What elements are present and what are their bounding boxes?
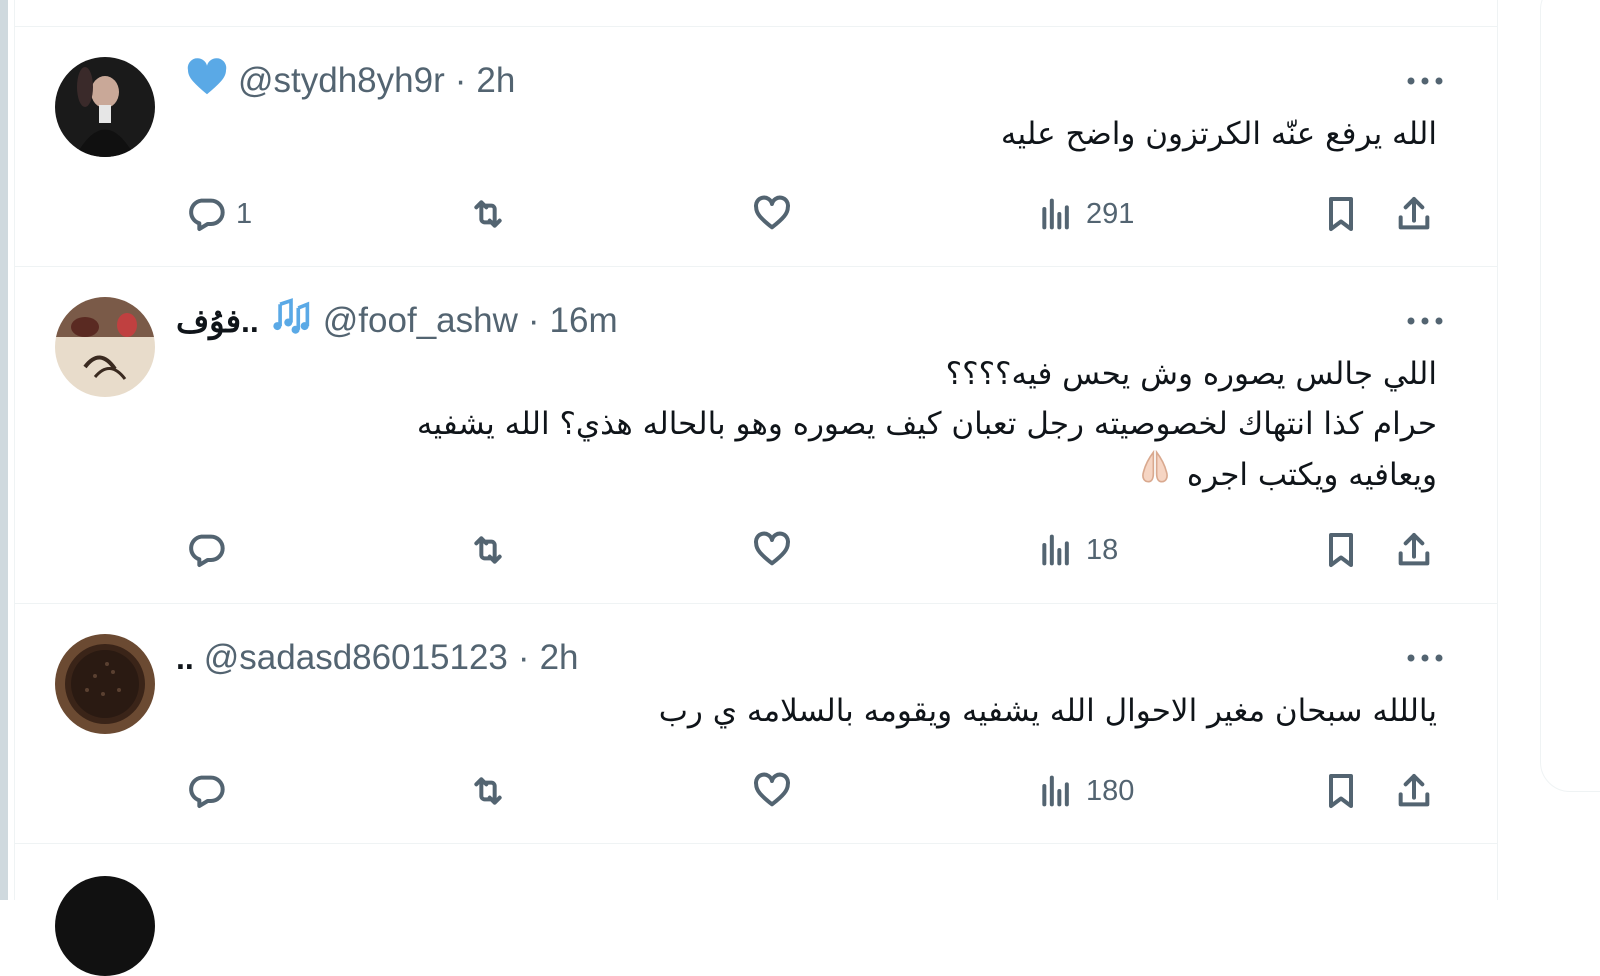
reply-button[interactable]	[186, 766, 236, 816]
heart-icon	[754, 195, 790, 230]
share-button[interactable]	[1394, 766, 1434, 816]
share-button[interactable]	[1394, 189, 1434, 239]
more-options-icon[interactable]	[1403, 299, 1447, 343]
reply-header: فوُف.. @foof_ashw · 16m	[176, 297, 618, 346]
user-handle[interactable]: @sadasd86015123	[204, 638, 508, 678]
blue-heart-icon	[186, 57, 228, 105]
user-handle[interactable]: @foof_ashw	[323, 301, 518, 341]
reply-tweet[interactable]: @stydh8yh9r · 2h الله يرفع عنّه الكرتزون…	[15, 27, 1497, 267]
bookmark-icon	[1329, 197, 1353, 231]
reply-text-line: الله يرفع عنّه الكرتزون واضح عليه	[1000, 116, 1437, 152]
reply-icon	[189, 198, 225, 231]
reply-text: الله يرفع عنّه الكرتزون واضح عليه	[176, 109, 1437, 159]
dot-separator: ·	[454, 61, 467, 100]
reply-text-line: حرام كذا انتهاك لخصوصيته رجل تعبان كيف ي…	[416, 406, 1437, 442]
reply-text: ياللله سبحان مغير الاحوال الله يشفيه ويق…	[176, 686, 1437, 736]
retweet-icon	[474, 536, 502, 564]
reply-text-line-with-emoji: ويعافيه ويكتب اجره	[176, 449, 1437, 500]
views-button[interactable]: 180	[1036, 766, 1134, 816]
avatar[interactable]	[55, 634, 155, 734]
share-icon	[1398, 533, 1430, 566]
reply-tweet[interactable]: .. @sadasd86015123 · 2h ياللله سبحان مغي…	[15, 604, 1497, 844]
reply-header: .. @sadasd86015123 · 2h	[176, 636, 579, 680]
reply-icon	[189, 534, 225, 567]
avatar[interactable]	[55, 876, 155, 976]
heart-icon	[754, 531, 790, 566]
more-options-icon[interactable]	[1403, 636, 1447, 680]
timestamp[interactable]: 2h	[540, 638, 579, 678]
reply-text-line: ياللله سبحان مغير الاحوال الله يشفيه ويق…	[658, 693, 1437, 729]
display-name[interactable]: ..	[176, 640, 194, 677]
left-scroll-edge	[0, 0, 8, 900]
more-options-icon[interactable]	[1403, 59, 1447, 103]
views-chart-icon	[1042, 534, 1069, 566]
share-button[interactable]	[1394, 525, 1434, 575]
views-chart-icon	[1042, 775, 1069, 807]
praying-hands-icon	[1133, 449, 1177, 500]
retweet-icon	[474, 200, 502, 228]
views-chart-icon	[1042, 198, 1069, 230]
bookmark-button[interactable]	[1321, 766, 1361, 816]
reply-button[interactable]: 1	[186, 189, 252, 239]
share-icon	[1398, 774, 1430, 807]
avatar[interactable]	[55, 57, 155, 157]
sidebar-card	[1540, 0, 1600, 792]
heart-icon	[754, 772, 790, 807]
like-button[interactable]	[752, 766, 802, 816]
like-button[interactable]	[752, 189, 802, 239]
views-button[interactable]: 291	[1036, 189, 1134, 239]
timestamp[interactable]: 16m	[550, 301, 618, 341]
music-notes-icon	[269, 297, 313, 346]
retweet-button[interactable]	[468, 525, 518, 575]
avatar[interactable]	[55, 297, 155, 397]
reply-count: 1	[236, 197, 253, 230]
action-bar: 180	[176, 766, 1466, 816]
bookmark-button[interactable]	[1321, 525, 1361, 575]
bookmark-icon	[1329, 774, 1353, 808]
reply-icon	[189, 775, 225, 808]
reply-text: اللي جالس يصوره وش يحس فيه؟؟؟؟ حرام كذا …	[176, 349, 1437, 500]
action-bar: 18	[176, 525, 1466, 575]
view-count: 180	[1086, 774, 1135, 807]
dot-separator: ·	[517, 638, 530, 677]
display-name[interactable]: فوُف..	[176, 302, 259, 340]
bookmark-button[interactable]	[1321, 189, 1361, 239]
replies-feed: @stydh8yh9r · 2h الله يرفع عنّه الكرتزون…	[14, 0, 1498, 976]
divider	[15, 843, 1497, 844]
view-count: 18	[1086, 533, 1119, 566]
reply-header: @stydh8yh9r · 2h	[176, 57, 515, 105]
like-button[interactable]	[752, 525, 802, 575]
bookmark-icon	[1329, 533, 1353, 567]
retweet-button[interactable]	[468, 766, 518, 816]
retweet-button[interactable]	[468, 189, 518, 239]
timestamp[interactable]: 2h	[476, 61, 515, 101]
reply-text-line: ويعافيه ويكتب اجره	[1186, 457, 1437, 493]
view-count: 291	[1086, 197, 1135, 230]
user-handle[interactable]: @stydh8yh9r	[238, 61, 445, 101]
retweet-icon	[474, 777, 502, 805]
reply-tweet[interactable]: فوُف.. @foof_ashw · 16m اللي جالس يصوره …	[15, 267, 1497, 603]
dot-separator: ·	[527, 301, 540, 340]
action-bar: 1 291	[176, 189, 1466, 239]
views-button[interactable]: 18	[1036, 525, 1118, 575]
reply-text-line: اللي جالس يصوره وش يحس فيه؟؟؟؟	[945, 356, 1437, 392]
reply-button[interactable]	[186, 525, 236, 575]
share-icon	[1398, 197, 1430, 230]
